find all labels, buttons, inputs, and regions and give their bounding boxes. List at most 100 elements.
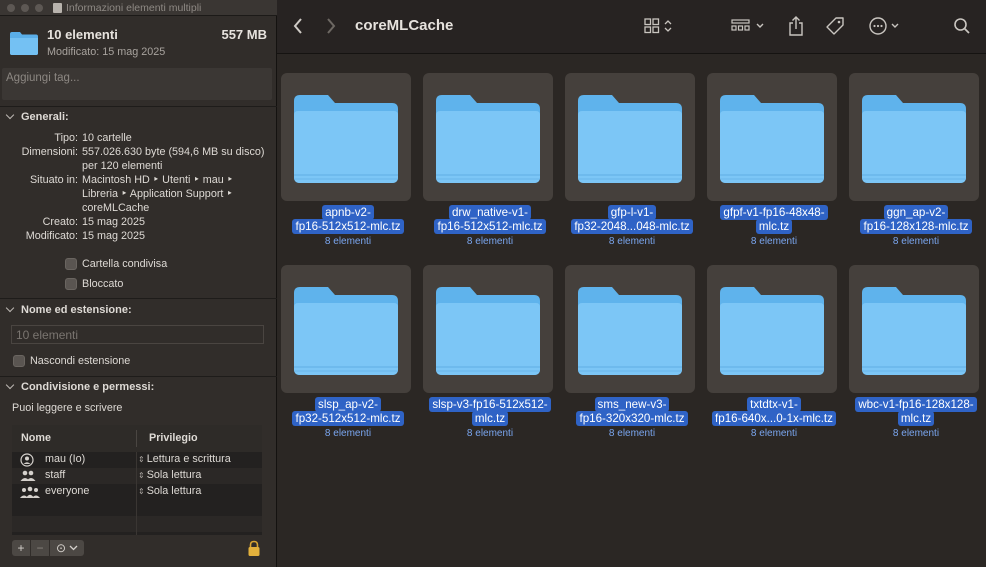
folder-name: gfp-l-v1- fp32-2048...048-mlc.tz	[561, 205, 703, 234]
folder-item-count: 8 elementi	[466, 428, 514, 439]
folder-name-line1: drw_native-v1-	[448, 205, 532, 220]
user-icon	[20, 453, 34, 467]
folder-item-count: 8 elementi	[466, 236, 514, 247]
action-menu-button[interactable]	[867, 13, 903, 39]
folder-icon	[436, 287, 540, 375]
zoom-button[interactable]	[35, 4, 43, 12]
folder-title: coreMLCache	[355, 17, 454, 34]
general-section-toggle[interactable]: Generali:	[5, 110, 69, 123]
folder-name-line1: ggn_ap-v2-	[883, 205, 949, 220]
privilege-popup[interactable]: Lettura e scrittura	[138, 453, 231, 465]
folder-icon	[720, 95, 824, 183]
column-privilege-header[interactable]: Privilegio	[149, 432, 198, 444]
folder-icon	[720, 287, 824, 375]
checkbox-box	[65, 278, 77, 290]
folder-name-line1: gfpf-v1-fp16-48x48-	[720, 205, 828, 220]
folder-item-count: 8 elementi	[750, 236, 798, 247]
general-heading: Generali:	[21, 111, 69, 123]
selection-modified: Modificato: 15 mag 2025	[47, 46, 166, 58]
search-button[interactable]	[951, 13, 973, 39]
group-button[interactable]	[730, 13, 768, 39]
privilege-popup[interactable]: Sola lettura	[138, 469, 202, 481]
folder-name-line2: mlc.tz	[755, 219, 793, 234]
minimize-button[interactable]	[21, 4, 29, 12]
folder-thumbnail	[281, 265, 411, 393]
folder-item-count: 8 elementi	[324, 428, 372, 439]
folder-name-line1: apnb-v2-	[322, 205, 374, 220]
created-label: Creato:	[42, 216, 78, 228]
shared-folder-label: Cartella condivisa	[82, 258, 168, 270]
folder-name-line1: sms_new-v3-	[594, 397, 670, 412]
checkbox-box	[13, 355, 25, 367]
chevron-left-icon	[293, 18, 302, 34]
locked-label: Bloccato	[82, 278, 124, 290]
divider	[0, 376, 277, 377]
folder-name-line1: txtdtx-v1-	[747, 397, 801, 412]
folder-thumbnail	[707, 73, 837, 201]
folder-thumbnail	[565, 265, 695, 393]
document-icon	[53, 3, 62, 13]
tags-field[interactable]: Aggiungi tag...	[2, 68, 272, 100]
back-button[interactable]	[288, 13, 308, 39]
permission-row[interactable]: everyone Sola lettura	[12, 484, 262, 500]
close-button[interactable]	[7, 4, 15, 12]
forward-button[interactable]	[321, 13, 341, 39]
column-name-header[interactable]: Nome	[21, 432, 51, 444]
type-value: 10 cartelle	[82, 132, 132, 144]
sharing-section-toggle[interactable]: Condivisione e permessi:	[5, 380, 155, 393]
folder-name-line2: fp32-2048...048-mlc.tz	[571, 219, 693, 234]
permissions-table: Nome Privilegio mau (Io) Lettura e scrit…	[12, 425, 262, 535]
permissions-action-button[interactable]: ⊙	[50, 540, 84, 556]
name-field[interactable]: 10 elementi	[11, 325, 264, 344]
folder-name: ggn_ap-v2- fp16-128x128-mlc.tz	[845, 205, 986, 234]
tag-button[interactable]	[823, 13, 847, 39]
locked-checkbox[interactable]: Bloccato	[65, 278, 123, 290]
folder-icon	[294, 287, 398, 375]
folder-name-line1: gfp-l-v1-	[607, 205, 657, 220]
column-divider	[136, 430, 137, 447]
selection-size: 557 MB	[221, 27, 267, 42]
folder-name-line2: mlc.tz	[471, 411, 509, 426]
group-icon	[731, 19, 764, 31]
folder-name: slsp_ap-v2- fp32-512x512-mlc.tz	[277, 397, 419, 426]
hide-extension-checkbox[interactable]: Nascondi estensione	[13, 355, 130, 367]
permission-row[interactable]: mau (Io) Lettura e scrittura	[12, 452, 262, 468]
modified-value: 15 mag 2025	[82, 230, 146, 242]
permission-row[interactable]: staff Sola lettura	[12, 468, 262, 484]
folder-icon	[862, 287, 966, 375]
folder-name: sms_new-v3- fp16-320x320-mlc.tz	[561, 397, 703, 426]
view-mode-button[interactable]	[642, 13, 678, 39]
selection-name: 10 elementi	[47, 27, 118, 42]
folder-name: gfpf-v1-fp16-48x48- mlc.tz	[703, 205, 845, 234]
folder-icon	[436, 95, 540, 183]
folder-item-count: 8 elementi	[892, 236, 940, 247]
folder-name-line1: wbc-v1-fp16-128x128-	[855, 397, 977, 412]
shared-folder-checkbox[interactable]: Cartella condivisa	[65, 258, 167, 270]
folder-name-line2: fp32-512x512-mlc.tz	[292, 411, 404, 426]
folder-name-line2: fp16-640x...0-1x-mlc.tz	[712, 411, 836, 426]
permissions-header: Nome Privilegio	[12, 425, 262, 452]
divider	[0, 106, 277, 107]
folder-name: slsp-v3-fp16-512x512- mlc.tz	[419, 397, 561, 426]
folder-icon	[10, 32, 38, 55]
name-ext-section-toggle[interactable]: Nome ed estensione:	[5, 303, 132, 316]
permission-user-name: mau (Io)	[45, 453, 86, 465]
share-button[interactable]	[785, 13, 807, 39]
privilege-popup[interactable]: Sola lettura	[138, 485, 202, 497]
folder-name-line1: slsp_ap-v2-	[315, 397, 381, 412]
info-panel: Informazioni elementi multipli 10 elemen…	[0, 0, 277, 567]
folder-icon	[862, 95, 966, 183]
chevron-down-icon	[69, 545, 78, 551]
type-label: Tipo:	[54, 132, 78, 144]
chevron-down-icon	[5, 303, 15, 313]
remove-user-button[interactable]: −	[31, 540, 49, 556]
chevron-right-icon	[327, 18, 336, 34]
sharing-heading: Condivisione e permessi:	[21, 381, 155, 393]
folder-item-count: 8 elementi	[324, 236, 372, 247]
folder-icon	[578, 287, 682, 375]
folder-name: txtdtx-v1- fp16-640x...0-1x-mlc.tz	[703, 397, 845, 426]
lock-icon[interactable]	[247, 540, 261, 557]
add-user-button[interactable]: +	[12, 540, 30, 556]
info-titlebar: Informazioni elementi multipli	[0, 0, 277, 16]
folder-thumbnail	[565, 73, 695, 201]
